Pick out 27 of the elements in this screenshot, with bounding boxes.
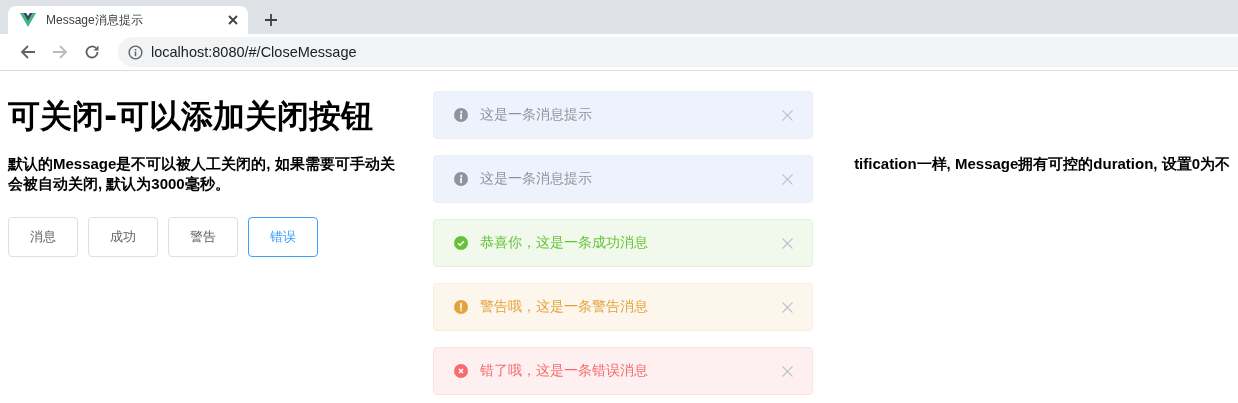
- message-text: 这是一条消息提示: [480, 170, 593, 188]
- message-text: 恭喜你，这是一条成功消息: [480, 234, 649, 252]
- v-logo-icon: [20, 13, 36, 27]
- url-text: localhost:8080/#/CloseMessage: [151, 44, 357, 60]
- message-text: 警告哦，这是一条警告消息: [480, 298, 649, 316]
- message-text: 这是一条消息提示: [480, 106, 593, 124]
- address-bar[interactable]: localhost:8080/#/CloseMessage: [118, 37, 1238, 67]
- message-trigger-button[interactable]: 成功: [88, 217, 158, 257]
- message-trigger-button[interactable]: 警告: [168, 217, 238, 257]
- info-icon: [128, 44, 143, 60]
- description-text: 默认的Message是不可以被人工关闭的, 如果需要可手动关: [8, 154, 395, 174]
- page-heading: 可关闭-可以添加关闭按钮: [8, 96, 374, 137]
- tab-title: Message消息提示: [46, 11, 144, 29]
- warning-icon: [454, 300, 468, 314]
- close-icon[interactable]: [228, 15, 238, 25]
- description-text: tification一样, Message拥有可控的duration, 设置0为不: [854, 154, 1230, 174]
- info-icon: [454, 172, 468, 186]
- message-trigger-button[interactable]: 消息: [8, 217, 78, 257]
- info-icon: [454, 108, 468, 122]
- reload-icon[interactable]: [84, 44, 100, 60]
- message-text: 错了哦，这是一条错误消息: [480, 362, 649, 380]
- description-text: 会被自动关闭, 默认为3000毫秒。: [8, 175, 230, 192]
- check-circle-icon: [454, 236, 468, 250]
- new-tab-icon[interactable]: [264, 13, 278, 27]
- error-icon: [454, 364, 468, 378]
- back-arrow-icon[interactable]: [20, 44, 36, 60]
- browser-tab[interactable]: Message消息提示: [8, 6, 248, 34]
